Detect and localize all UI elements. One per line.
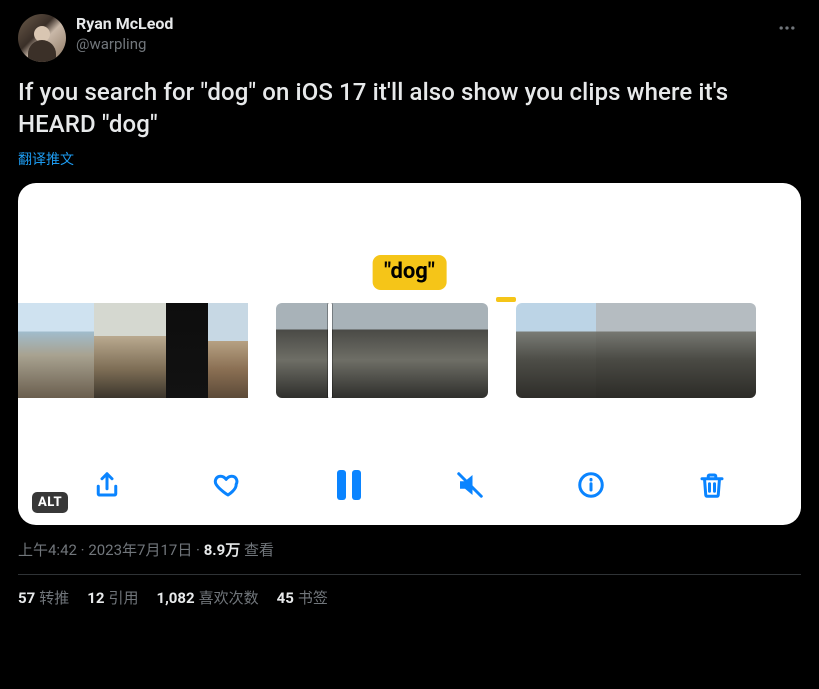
delete-button[interactable] [692,465,732,505]
info-button[interactable] [571,465,611,505]
video-frame [130,303,166,398]
video-timeline[interactable] [18,303,801,398]
divider [18,574,801,575]
tweet-metadata: 上午4:42 · 2023年7月17日 · 8.9万 查看 [18,539,801,560]
share-icon [92,470,122,500]
speaker-muted-icon [455,470,485,500]
view-label: 查看 [244,541,274,559]
retweets-stat[interactable]: 57转推 [18,587,69,608]
user-handle: @warpling [76,35,173,55]
engagement-stats: 57转推 12引用 1,082喜欢次数 45书签 [18,587,801,608]
video-frame [208,303,248,398]
tweet-container: Ryan McLeod @warpling If you search for … [0,0,819,620]
video-frame [676,303,716,398]
post-time[interactable]: 上午4:42 [18,541,77,559]
pause-button[interactable] [329,465,369,505]
video-frame [516,303,556,398]
info-icon [576,470,606,500]
video-frame [56,303,94,398]
clip-group [18,303,248,398]
pause-icon [337,470,346,500]
display-name: Ryan McLeod [76,14,173,35]
heart-icon [213,470,243,500]
video-frame [94,303,130,398]
ellipsis-icon [777,18,797,38]
mute-button[interactable] [450,465,490,505]
video-frame [332,303,384,398]
post-date[interactable]: 2023年7月17日 [88,541,192,559]
video-frame [596,303,636,398]
clip-group [276,303,488,398]
video-frame [716,303,756,398]
more-options-button[interactable] [773,14,801,42]
timeline-marker [496,297,516,302]
translate-link[interactable]: 翻译推文 [18,149,74,169]
view-count: 8.9万 [204,541,241,559]
alt-badge[interactable]: ALT [32,492,68,513]
video-frame [18,303,56,398]
pause-icon [352,470,361,500]
video-frame [166,303,208,398]
likes-stat[interactable]: 1,082喜欢次数 [156,587,258,608]
caption-token: "dog" [372,255,447,290]
favorite-button[interactable] [208,465,248,505]
video-frame [276,303,328,398]
video-frame [384,303,436,398]
media-attachment[interactable]: "dog" [18,183,801,525]
avatar[interactable] [18,14,66,62]
media-toolbar [18,465,801,505]
video-frame [556,303,596,398]
bookmarks-stat[interactable]: 45书签 [277,587,328,608]
clip-group [516,303,756,398]
tweet-header: Ryan McLeod @warpling [18,14,801,62]
quotes-stat[interactable]: 12引用 [87,587,138,608]
playhead[interactable] [328,303,332,398]
author-block[interactable]: Ryan McLeod @warpling [76,14,173,54]
tweet-text: If you search for "dog" on iOS 17 it'll … [18,76,801,141]
share-button[interactable] [87,465,127,505]
video-frame [436,303,488,398]
video-frame [636,303,676,398]
trash-icon [697,470,727,500]
